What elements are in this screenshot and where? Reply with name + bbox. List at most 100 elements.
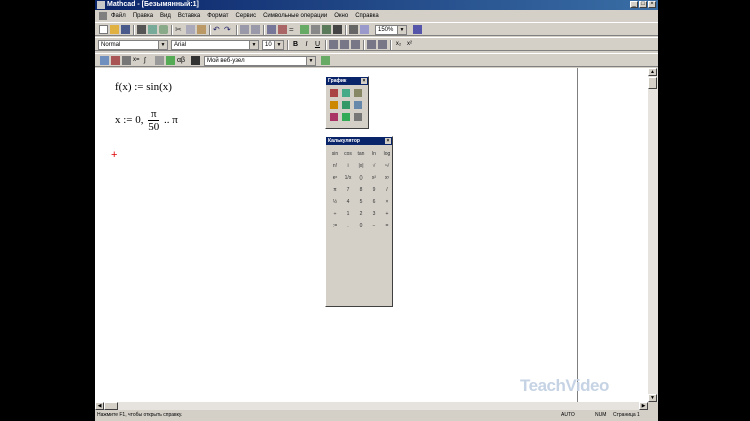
font-combo[interactable]: Arial ▼ bbox=[171, 40, 259, 50]
close-icon[interactable]: × bbox=[361, 78, 367, 84]
calc-key[interactable]: √ bbox=[368, 160, 380, 172]
calc-key[interactable]: × bbox=[381, 196, 393, 208]
run-mathconnex-icon[interactable] bbox=[322, 25, 331, 34]
calculate-icon[interactable]: = bbox=[289, 25, 298, 34]
zoom-combo[interactable]: 150% ▼ bbox=[375, 25, 407, 35]
style-combo[interactable]: Normal ▼ bbox=[98, 40, 168, 50]
menu-file[interactable]: Файл bbox=[111, 13, 126, 19]
print-icon[interactable] bbox=[137, 25, 146, 34]
calc-key[interactable]: + bbox=[381, 208, 393, 220]
xy-plot-icon[interactable] bbox=[330, 89, 338, 97]
calc-key[interactable]: ½ bbox=[329, 196, 341, 208]
superscript-button[interactable]: x² bbox=[405, 40, 414, 49]
scroll-right-icon[interactable]: ▶ bbox=[639, 402, 648, 410]
3d-scatter-plot-icon[interactable] bbox=[354, 101, 362, 109]
copy-icon[interactable] bbox=[186, 25, 195, 34]
menu-help[interactable]: Справка bbox=[355, 13, 379, 19]
scroll-left-icon[interactable]: ◀ bbox=[95, 402, 104, 410]
calc-key[interactable]: 5 bbox=[355, 196, 367, 208]
menu-window[interactable]: Окно bbox=[334, 13, 348, 19]
calc-key[interactable]: / bbox=[381, 184, 393, 196]
vertical-scrollbar[interactable]: ▲ ▼ bbox=[648, 68, 658, 402]
evaluation-toolbar-icon[interactable]: x= bbox=[133, 56, 142, 65]
insert-text-region-icon[interactable] bbox=[360, 25, 369, 34]
bullets-icon[interactable] bbox=[367, 40, 376, 49]
range-definition[interactable]: x := 0, π 50 .. π bbox=[115, 108, 178, 133]
menu-symbolics[interactable]: Символьные операции bbox=[263, 13, 327, 19]
calc-key[interactable]: x² bbox=[368, 172, 380, 184]
insert-unit-icon[interactable] bbox=[278, 25, 287, 34]
calc-key[interactable]: eˣ bbox=[329, 172, 341, 184]
new-icon[interactable] bbox=[99, 25, 108, 34]
calc-key[interactable]: := bbox=[329, 220, 341, 232]
calc-key[interactable]: sin bbox=[329, 148, 341, 160]
document-icon[interactable] bbox=[99, 12, 107, 20]
insert-hyperlink-icon[interactable] bbox=[300, 25, 309, 34]
calc-key[interactable]: 0 bbox=[355, 220, 367, 232]
scroll-thumb[interactable] bbox=[104, 402, 118, 410]
function-definition[interactable]: f(x) := sin(x) bbox=[115, 81, 172, 93]
calc-key[interactable]: cos bbox=[342, 148, 354, 160]
graph-palette[interactable]: График × bbox=[325, 76, 369, 129]
close-icon[interactable]: × bbox=[385, 138, 391, 144]
help-icon[interactable] bbox=[413, 25, 422, 34]
numbering-icon[interactable] bbox=[378, 40, 387, 49]
calc-key[interactable]: π bbox=[329, 184, 341, 196]
calc-key[interactable]: = bbox=[381, 220, 393, 232]
chevron-down-icon[interactable]: ▼ bbox=[306, 57, 315, 65]
calc-key[interactable]: n! bbox=[329, 160, 341, 172]
undo-icon[interactable]: ↶ bbox=[213, 25, 222, 34]
align-vertical-icon[interactable] bbox=[251, 25, 260, 34]
menu-format[interactable]: Формат bbox=[207, 13, 228, 19]
calc-key[interactable]: 2 bbox=[355, 208, 367, 220]
contour-plot-icon[interactable] bbox=[330, 101, 338, 109]
boolean-toolbar-icon[interactable] bbox=[155, 56, 164, 65]
zoom-plot-icon[interactable] bbox=[342, 113, 350, 121]
resources-combo[interactable]: Мой веб-узел ▼ bbox=[204, 56, 316, 66]
calc-key[interactable]: ln bbox=[368, 148, 380, 160]
scroll-up-icon[interactable]: ▲ bbox=[648, 68, 657, 76]
menu-tools[interactable]: Сервис bbox=[236, 13, 257, 19]
calc-key[interactable]: . bbox=[342, 220, 354, 232]
polar-plot-icon[interactable] bbox=[342, 89, 350, 97]
align-left-icon[interactable] bbox=[329, 40, 338, 49]
component-wizard-icon[interactable] bbox=[311, 25, 320, 34]
calc-key[interactable]: log bbox=[381, 148, 393, 160]
calc-key[interactable]: 7 bbox=[342, 184, 354, 196]
trace-plot-icon[interactable] bbox=[354, 113, 362, 121]
close-button[interactable]: × bbox=[648, 1, 656, 8]
align-right-icon[interactable] bbox=[351, 40, 360, 49]
cut-icon[interactable]: ✂ bbox=[175, 25, 184, 34]
scroll-down-icon[interactable]: ▼ bbox=[648, 394, 657, 402]
save-icon[interactable] bbox=[121, 25, 130, 34]
chevron-down-icon[interactable]: ▼ bbox=[158, 41, 167, 49]
calc-key[interactable]: − bbox=[368, 220, 380, 232]
programming-toolbar-icon[interactable] bbox=[166, 56, 175, 65]
menu-view[interactable]: Вид bbox=[160, 13, 171, 19]
symbolic-toolbar-icon[interactable] bbox=[191, 56, 200, 65]
calc-key[interactable]: 6 bbox=[368, 196, 380, 208]
calc-key[interactable]: 1 bbox=[342, 208, 354, 220]
menu-edit[interactable]: Правка bbox=[133, 13, 153, 19]
worksheet[interactable]: f(x) := sin(x) x := 0, π 50 .. π + Teach… bbox=[95, 68, 648, 402]
go-icon[interactable] bbox=[321, 56, 330, 65]
redo-icon[interactable]: ↷ bbox=[224, 25, 233, 34]
graph-toolbar-icon[interactable] bbox=[111, 56, 120, 65]
calculator-palette[interactable]: Калькулятор × sin cos tan ln log n! i |x|… bbox=[325, 136, 393, 307]
maximize-button[interactable]: □ bbox=[639, 1, 647, 8]
font-size-combo[interactable]: 10 ▼ bbox=[262, 40, 284, 50]
subscript-button[interactable]: x₂ bbox=[394, 40, 403, 49]
chevron-down-icon[interactable]: ▼ bbox=[397, 26, 406, 34]
paste-icon[interactable] bbox=[197, 25, 206, 34]
calc-key[interactable]: ⁿ√ bbox=[381, 160, 393, 172]
minimize-button[interactable]: _ bbox=[630, 1, 638, 8]
calculator-toolbar-icon[interactable] bbox=[100, 56, 109, 65]
calc-key[interactable]: 9 bbox=[368, 184, 380, 196]
chevron-down-icon[interactable]: ▼ bbox=[249, 41, 258, 49]
calc-key[interactable]: xʸ bbox=[381, 172, 393, 184]
italic-button[interactable]: I bbox=[302, 40, 311, 49]
3d-bar-plot-icon[interactable] bbox=[342, 101, 350, 109]
resource-center-icon[interactable] bbox=[333, 25, 342, 34]
insert-function-icon[interactable] bbox=[267, 25, 276, 34]
spell-check-icon[interactable] bbox=[159, 25, 168, 34]
